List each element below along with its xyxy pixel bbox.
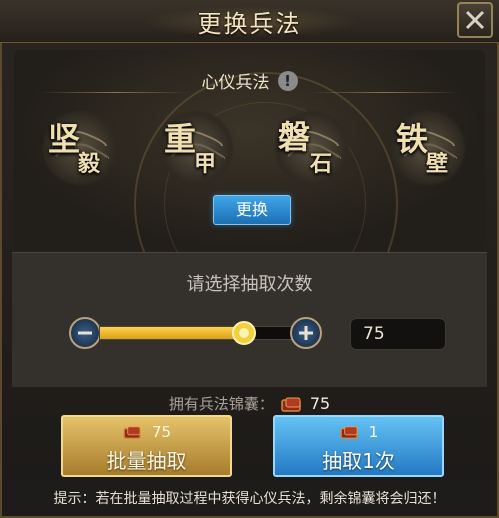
info-icon[interactable]: ! xyxy=(277,70,298,91)
single-draw-label: 抽取1次 xyxy=(322,449,395,473)
scroll-bag-icon xyxy=(123,425,141,439)
batch-cost-value: 75 xyxy=(151,423,172,441)
skill-card-3[interactable]: 磐 石 xyxy=(274,110,350,186)
skill-glyph-sub: 石 xyxy=(310,151,333,177)
owned-row: 拥有兵法锦囊： 75 xyxy=(0,393,499,414)
tip-text: 提示：若在批量抽取过程中获得心仪兵法，剩余锦囊将会归还！ xyxy=(53,491,446,507)
batch-draw-label: 批量抽取 xyxy=(106,449,187,473)
skill-glyph-main: 坚 xyxy=(48,120,81,158)
scroll-bag-icon xyxy=(340,425,358,439)
batch-cost: 75 xyxy=(63,423,230,441)
count-slider[interactable] xyxy=(99,326,292,340)
increase-button[interactable] xyxy=(290,317,322,349)
skill-glyph-main: 重 xyxy=(164,120,197,158)
close-icon xyxy=(465,10,485,30)
dialog-header: 更换兵法 xyxy=(0,0,499,43)
skill-list: 坚 毅 重 甲 磐 石 铁 壁 xyxy=(0,110,499,186)
count-input[interactable]: 75 xyxy=(350,318,446,350)
batch-draw-button[interactable]: 75 批量抽取 xyxy=(61,415,232,477)
single-cost-value: 1 xyxy=(368,423,379,441)
skill-card-4[interactable]: 铁 壁 xyxy=(390,110,466,186)
single-draw-button[interactable]: 1 抽取1次 xyxy=(273,415,444,477)
single-cost: 1 xyxy=(275,423,442,441)
skill-glyph-sub: 毅 xyxy=(78,151,101,177)
owned-label: 拥有兵法锦囊： xyxy=(168,395,274,413)
skill-card-1[interactable]: 坚 毅 xyxy=(42,110,118,186)
close-button[interactable] xyxy=(457,2,493,38)
owned-value: 75 xyxy=(309,394,331,413)
plus-icon xyxy=(299,326,313,340)
section-label-row: 心仪兵法 ! xyxy=(0,68,499,93)
decrease-button[interactable] xyxy=(69,317,101,349)
draw-prompt: 请选择抽取次数 xyxy=(186,274,313,295)
skill-glyph-main: 铁 xyxy=(396,120,429,158)
slider-knob-icon xyxy=(232,321,256,345)
skill-glyph-sub: 甲 xyxy=(194,151,217,177)
dialog-title: 更换兵法 xyxy=(197,10,302,38)
slider-handle[interactable] xyxy=(231,317,257,349)
slider-fill xyxy=(100,327,243,339)
minus-icon xyxy=(78,331,92,335)
skill-glyph-sub: 壁 xyxy=(426,151,449,177)
section-label: 心仪兵法 xyxy=(201,73,270,93)
skill-glyph-main: 磐 xyxy=(278,118,311,156)
skill-card-2[interactable]: 重 甲 xyxy=(158,110,234,186)
scroll-bag-icon xyxy=(281,397,301,412)
change-button[interactable]: 更换 xyxy=(213,195,291,225)
